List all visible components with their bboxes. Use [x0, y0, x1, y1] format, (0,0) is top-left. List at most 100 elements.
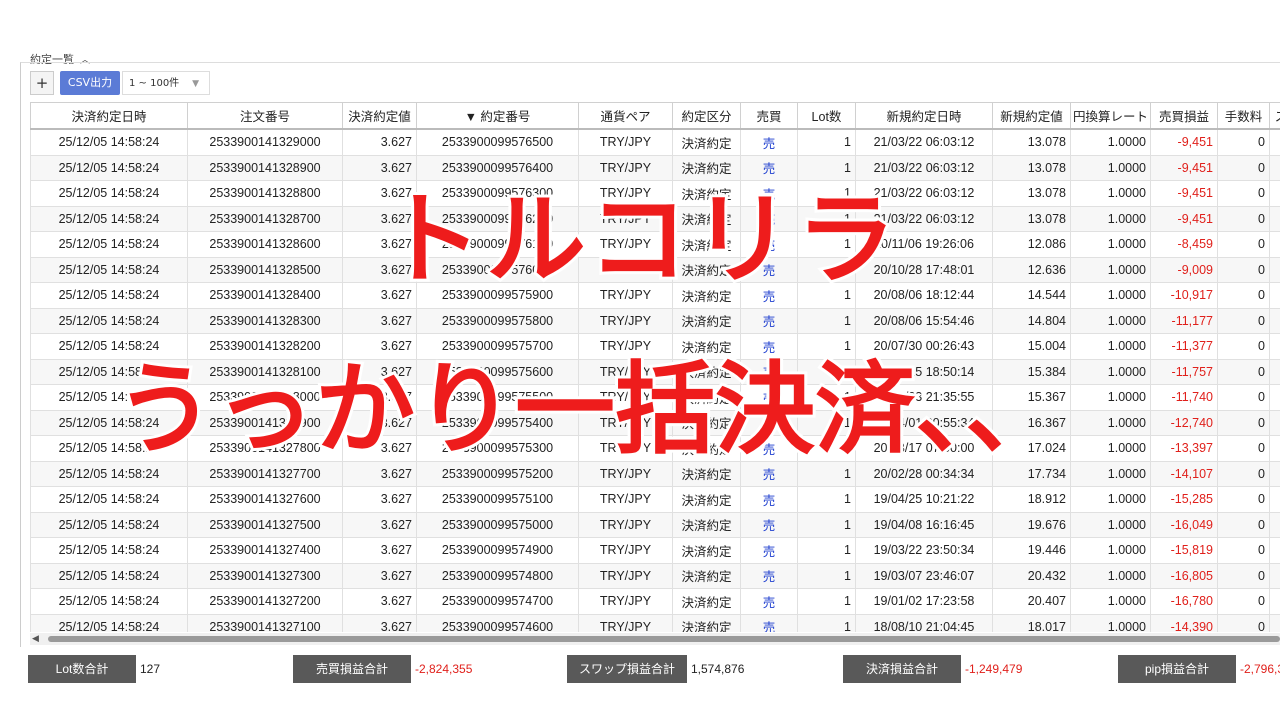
currency-pair-cell: TRY/JPY: [578, 180, 673, 207]
settle-datetime-cell: 25/12/05 14:58:24: [30, 409, 188, 436]
column-header[interactable]: 決済約定値: [342, 102, 417, 130]
lot-cell: 1: [797, 256, 856, 283]
top-bar: [0, 0, 1280, 52]
execution-no-cell: 2533900099574700: [416, 588, 579, 615]
table-row[interactable]: 25/12/05 14:58:24 2533900141327600 3.627 25…: [30, 486, 1280, 513]
table-row[interactable]: 25/12/05 14:58:24 2533900141327900 3.627 25…: [30, 409, 1280, 436]
column-header[interactable]: 約定区分: [672, 102, 741, 130]
settle-price-cell: 3.627: [342, 231, 417, 258]
open-datetime-cell: 19/04/25 10:21:22: [855, 486, 993, 513]
table-row[interactable]: 25/12/05 14:58:24 2533900141328200 3.627 25…: [30, 333, 1280, 360]
settle-price-cell: 3.627: [342, 307, 417, 334]
table-row[interactable]: 25/12/05 14:58:24 2533900141327200 3.627 25…: [30, 588, 1280, 615]
fee-cell: 0: [1217, 282, 1270, 309]
settle-datetime-cell: 25/12/05 14:58:24: [30, 231, 188, 258]
trade-pl-cell: -15,285: [1150, 486, 1218, 513]
table-row[interactable]: 25/12/05 14:58:24 2533900141328400 3.627 25…: [30, 282, 1280, 309]
settle-price-cell: 3.627: [342, 409, 417, 436]
overflow-cell: [1269, 562, 1280, 589]
trade-pl-cell: -10,917: [1150, 282, 1218, 309]
table-row[interactable]: 25/12/05 14:58:24 2533900141328800 3.627 25…: [30, 180, 1280, 207]
lot-cell: 1: [797, 460, 856, 487]
fee-cell: 0: [1217, 460, 1270, 487]
currency-pair-cell: TRY/JPY: [578, 384, 673, 411]
open-price-cell: 17.734: [992, 460, 1071, 487]
side-cell: 売: [740, 435, 798, 462]
trade-pl-cell: -14,107: [1150, 460, 1218, 487]
settle-price-cell: 3.627: [342, 588, 417, 615]
currency-pair-cell: TRY/JPY: [578, 486, 673, 513]
column-header[interactable]: Lot数: [797, 102, 856, 130]
order-no-cell: 2533900141328300: [187, 307, 343, 334]
table-row[interactable]: 25/12/05 14:58:24 2533900141329000 3.627 25…: [30, 128, 1280, 156]
table-row[interactable]: 25/12/05 14:58:24 2533900141328700 3.627 25…: [30, 205, 1280, 232]
table-row[interactable]: 25/12/05 14:58:24 2533900141327700 3.627 25…: [30, 460, 1280, 487]
open-datetime-cell: 20/10/28 17:48:01: [855, 256, 993, 283]
table-row[interactable]: 25/12/05 14:58:24 2533900141327300 3.627 25…: [30, 562, 1280, 589]
open-datetime-cell: 19/03/07 23:46:07: [855, 562, 993, 589]
order-no-cell: 2533900141327900: [187, 409, 343, 436]
column-header[interactable]: 新規約定日時: [855, 102, 993, 130]
settle-datetime-cell: 25/12/05 14:58:24: [30, 613, 188, 632]
overflow-cell: [1269, 256, 1280, 283]
currency-pair-cell: TRY/JPY: [578, 256, 673, 283]
column-header[interactable]: 売買: [740, 102, 798, 130]
swap-total-value: 1,574,876: [691, 662, 745, 676]
column-header[interactable]: 新規約定値: [992, 102, 1071, 130]
csv-export-button[interactable]: CSV出力: [60, 71, 120, 95]
table-row[interactable]: 25/12/05 14:58:24 2533900141327100 3.627 25…: [30, 613, 1280, 632]
open-datetime-cell: 19/01/02 17:23:58: [855, 588, 993, 615]
trade-pl-cell: -12,740: [1150, 409, 1218, 436]
order-no-cell: 2533900141328000: [187, 384, 343, 411]
pip-total-value: -2,796,3: [1240, 662, 1280, 676]
lot-total-value: 127: [140, 662, 161, 676]
column-header[interactable]: ▼ 約定番号: [416, 102, 579, 130]
execution-table: 決済約定日時 注文番号 決済約定値 ▼ 約定番号 通貨ペア 約定区分 売買 Lot数 新規約定日…: [30, 102, 1280, 632]
table-row[interactable]: 25/12/05 14:58:24 2533900141327400 3.627 25…: [30, 537, 1280, 564]
open-price-cell: 13.078: [992, 180, 1071, 207]
execution-type-cell: 決済約定: [672, 486, 741, 513]
column-header[interactable]: 注文番号: [187, 102, 343, 130]
table-row[interactable]: 25/12/05 14:58:24 2533900141328000 3.627 25…: [30, 384, 1280, 411]
settle-price-cell: 3.627: [342, 180, 417, 207]
trade-pl-total-label: 売買損益合計: [293, 655, 411, 683]
currency-pair-cell: TRY/JPY: [578, 333, 673, 360]
fee-cell: 0: [1217, 435, 1270, 462]
lot-cell: 1: [797, 562, 856, 589]
settle-datetime-cell: 25/12/05 14:58:24: [30, 562, 188, 589]
open-price-cell: 18.912: [992, 486, 1071, 513]
add-button[interactable]: +: [30, 71, 54, 95]
scroll-left-icon[interactable]: ◀: [32, 633, 39, 645]
execution-type-cell: 決済約定: [672, 307, 741, 334]
currency-pair-cell: TRY/JPY: [578, 537, 673, 564]
settle-datetime-cell: 25/12/05 14:58:24: [30, 486, 188, 513]
table-row[interactable]: 25/12/05 14:58:24 2533900141328100 3.627 25…: [30, 358, 1280, 385]
lot-cell: 1: [797, 231, 856, 258]
table-row[interactable]: 25/12/05 14:58:24 2533900141328900 3.627 25…: [30, 154, 1280, 181]
column-header[interactable]: 決済約定日時: [30, 102, 188, 130]
table-row[interactable]: 25/12/05 14:58:24 2533900141327800 3.627 25…: [30, 435, 1280, 462]
jpy-rate-cell: 1.0000: [1070, 180, 1151, 207]
column-header[interactable]: ス: [1269, 102, 1280, 130]
table-row[interactable]: 25/12/05 14:58:24 2533900141328600 3.627 25…: [30, 231, 1280, 258]
lot-cell: 1: [797, 358, 856, 385]
execution-no-cell: 2533900099575000: [416, 511, 579, 538]
range-select[interactable]: 1 ~ 100件 ▼: [122, 71, 210, 95]
table-row[interactable]: 25/12/05 14:58:24 2533900141328300 3.627 25…: [30, 307, 1280, 334]
execution-no-cell: 2533900099575700: [416, 333, 579, 360]
horizontal-scrollbar[interactable]: ◀: [30, 633, 1280, 645]
settle-datetime-cell: 25/12/05 14:58:24: [30, 128, 188, 156]
table-row[interactable]: 25/12/05 14:58:24 2533900141327500 3.627 25…: [30, 511, 1280, 538]
column-header[interactable]: 通貨ペア: [578, 102, 673, 130]
scrollbar-thumb[interactable]: [48, 636, 1280, 642]
execution-type-cell: 決済約定: [672, 256, 741, 283]
open-price-cell: 20.407: [992, 588, 1071, 615]
column-header[interactable]: 手数料: [1217, 102, 1270, 130]
column-header[interactable]: 円換算レート: [1070, 102, 1151, 130]
column-header[interactable]: 売買損益: [1150, 102, 1218, 130]
order-no-cell: 2533900141327300: [187, 562, 343, 589]
execution-type-cell: 決済約定: [672, 588, 741, 615]
execution-type-cell: 決済約定: [672, 128, 741, 156]
table-row[interactable]: 25/12/05 14:58:24 2533900141328500 3.627 25…: [30, 256, 1280, 283]
side-cell: 売: [740, 282, 798, 309]
